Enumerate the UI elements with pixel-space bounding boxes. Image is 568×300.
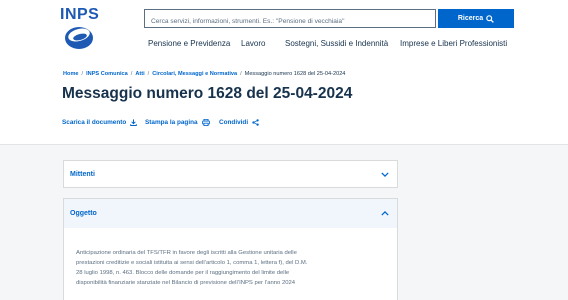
breadcrumb: Home / INPS Comunica / Atti / Circolari, Messa…: [63, 71, 345, 77]
share-icon: [252, 119, 259, 126]
download-icon: [130, 119, 138, 126]
breadcrumb-separator: /: [81, 71, 84, 77]
accordion-oggetto-body: Anticipazione ordinaria del TFS/TFR in f…: [64, 228, 397, 288]
print-label: Stampa la pagina: [145, 119, 198, 126]
nav-item-lavoro[interactable]: Lavoro: [241, 39, 265, 48]
oggetto-text-line: Anticipazione ordinaria del TFS/TFR in f…: [76, 250, 297, 256]
oggetto-text-line: disponibilità finanziarie stanziate nel …: [76, 280, 296, 286]
share-link[interactable]: Condividi: [219, 119, 259, 126]
accordion-oggetto: Oggetto Anticipazione ordinaria del TFS/…: [63, 198, 398, 300]
nav-item-pensione[interactable]: Pensione e Previdenza: [148, 39, 230, 48]
oggetto-text-line: 28 luglio 1998, n. 463. Blocco delle dom…: [76, 270, 290, 276]
share-label: Condividi: [219, 119, 249, 126]
breadcrumb-separator: /: [147, 71, 150, 77]
search-input[interactable]: [145, 13, 435, 30]
logo-text: INPS: [60, 6, 100, 23]
nav-item-sostegni[interactable]: Sostegni, Sussidi e Indennità: [285, 39, 388, 48]
print-icon: [201, 119, 210, 126]
page-actions: Scarica il documento Stampa la pagina Co…: [0, 119, 568, 129]
breadcrumb-inps-comunica[interactable]: INPS Comunica: [86, 71, 128, 77]
accordion-oggetto-header[interactable]: Oggetto: [64, 199, 397, 228]
breadcrumb-current: Messaggio numero 1628 del 25-04-2024: [244, 71, 346, 77]
chevron-down-icon: [381, 171, 389, 177]
page-title: Messaggio numero 1628 del 25-04-2024: [62, 85, 353, 102]
accordion-mittenti-header[interactable]: Mittenti: [64, 161, 397, 187]
chevron-up-icon: [381, 211, 389, 216]
breadcrumb-separator: /: [240, 71, 242, 77]
download-label: Scarica il documento: [62, 119, 127, 126]
print-page-link[interactable]: Stampa la pagina: [145, 119, 210, 126]
breadcrumb-atti[interactable]: Atti: [135, 71, 144, 77]
search-icon: [486, 14, 494, 23]
main-nav: Pensione e Previdenza Lavoro Sostegni, S…: [0, 39, 568, 53]
download-document-link[interactable]: Scarica il documento: [62, 119, 138, 126]
search-button-label: Ricerca: [457, 15, 484, 22]
breadcrumb-circolari[interactable]: Circolari, Messaggi e Normativa: [152, 71, 237, 77]
breadcrumb-home[interactable]: Home: [63, 71, 79, 77]
nav-item-imprese[interactable]: Imprese e Liberi Professionisti: [400, 39, 507, 48]
search-button[interactable]: Ricerca: [438, 9, 514, 28]
accordion-mittenti: Mittenti: [63, 160, 398, 188]
search-box: [144, 9, 436, 30]
oggetto-text-line: prestazioni creditizie e sociali istitui…: [76, 260, 308, 266]
accordion-oggetto-title: Oggetto: [70, 210, 97, 217]
accordion-mittenti-title: Mittenti: [70, 170, 95, 178]
breadcrumb-separator: /: [130, 71, 133, 77]
